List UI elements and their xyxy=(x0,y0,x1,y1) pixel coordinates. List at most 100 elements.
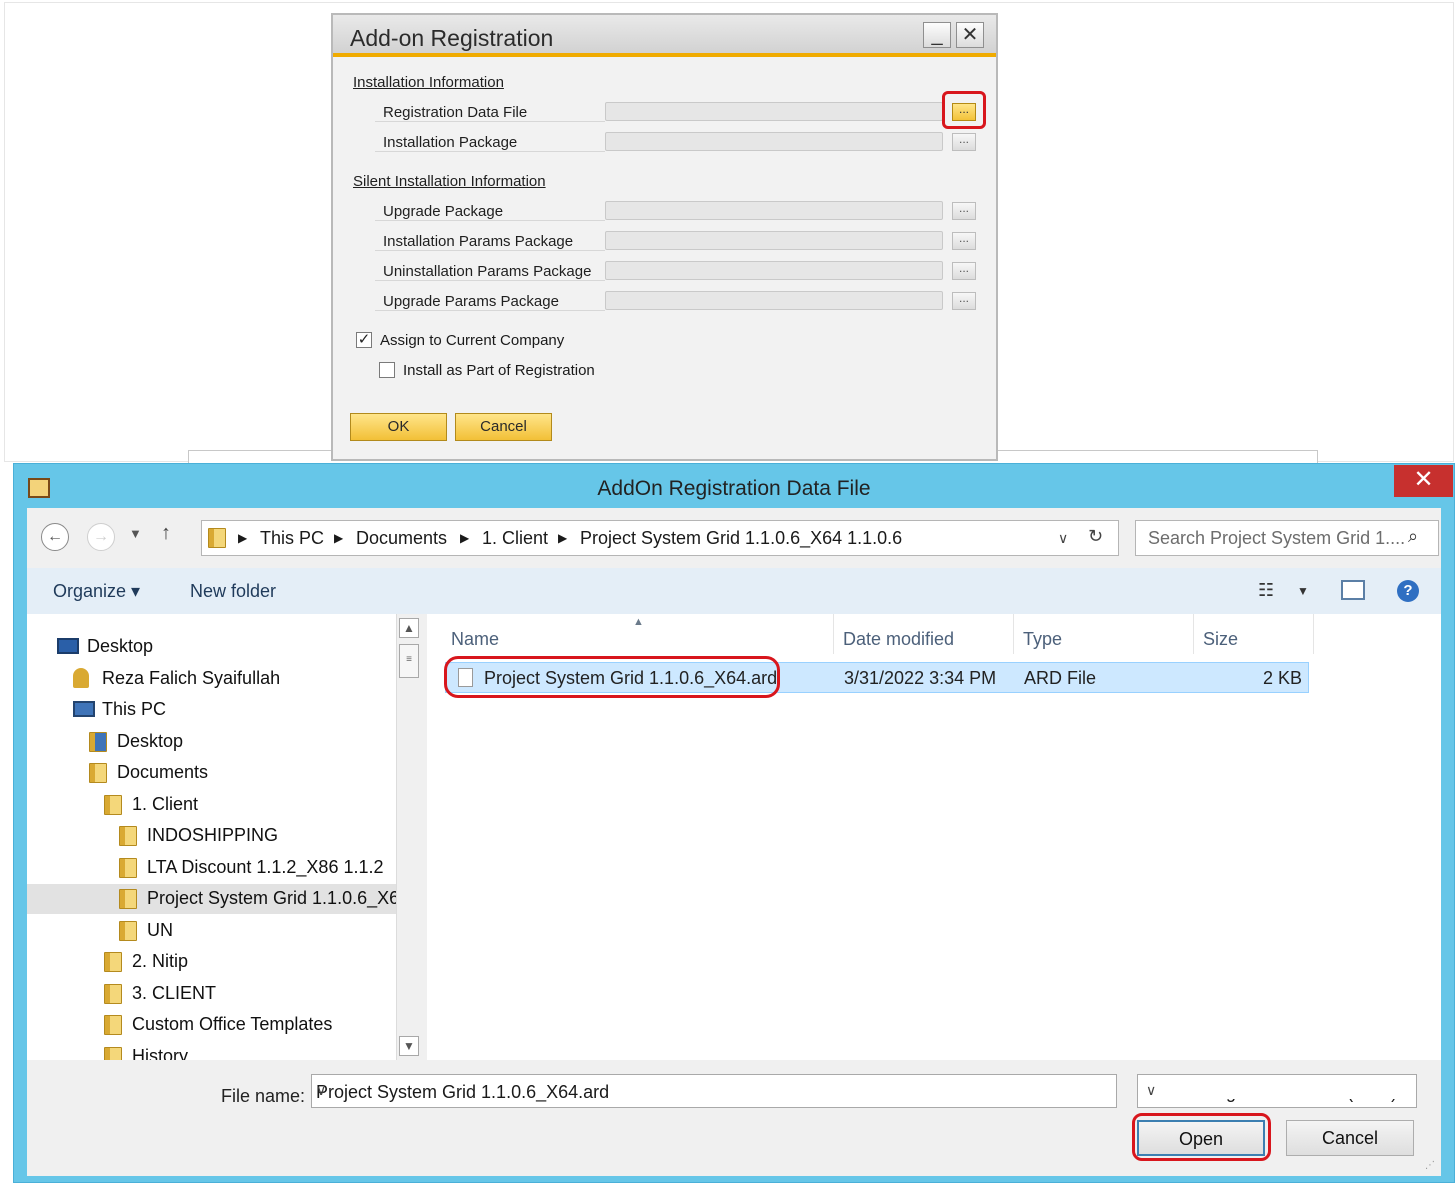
assign-company-label: Assign to Current Company xyxy=(380,332,565,349)
upgrade-package-field[interactable] xyxy=(605,201,943,220)
scroll-thumb[interactable]: ≡ xyxy=(399,644,419,678)
highlight-outline xyxy=(444,656,780,698)
file-name-input[interactable]: Project System Grid 1.1.0.6_X64.ard ∨ xyxy=(311,1074,1117,1108)
breadcrumb-current-folder[interactable]: Project System Grid 1.1.0.6_X64 1.1.0.6 xyxy=(580,528,902,549)
cancel-button[interactable]: Cancel xyxy=(1286,1120,1414,1156)
resize-grip-icon[interactable]: ⋰ xyxy=(1425,1160,1435,1171)
section-installation-information: Installation Information xyxy=(353,74,504,91)
folder-icon xyxy=(104,952,122,972)
assign-company-checkbox[interactable]: ✓ xyxy=(356,332,372,348)
search-icon[interactable]: ⌕ xyxy=(1408,526,1418,547)
view-dropdown-icon[interactable]: ▼ xyxy=(1297,584,1309,598)
tree-item-label: LTA Discount 1.1.2_X86 1.1.2 xyxy=(147,857,384,877)
file-dialog-close-button[interactable]: ✕ xyxy=(1394,465,1453,497)
new-folder-button[interactable]: New folder xyxy=(190,581,276,602)
divider xyxy=(375,310,605,311)
folder-icon xyxy=(119,858,137,878)
column-separator xyxy=(1193,614,1194,654)
column-header-type[interactable]: Type xyxy=(1023,629,1062,650)
folder-icon xyxy=(104,1047,122,1060)
documents-folder-icon xyxy=(89,763,107,783)
tree-item-user[interactable]: Reza Falich Syaifullah xyxy=(27,664,397,694)
file-type-filter[interactable]: AddOn Registration Data (*.ard) ∨ xyxy=(1137,1074,1417,1108)
folder-icon xyxy=(104,795,122,815)
address-dropdown-icon[interactable]: ∨ xyxy=(1058,530,1068,547)
tree-item-indoshipping[interactable]: INDOSHIPPING xyxy=(27,821,397,851)
addon-title-bar[interactable]: Add-on Registration _ ✕ xyxy=(333,15,996,57)
folder-icon xyxy=(119,921,137,941)
file-open-dialog: AddOn Registration Data File ✕ ← → ▼ ↑ ▶… xyxy=(13,463,1455,1183)
installation-params-package-field[interactable] xyxy=(605,231,943,250)
tree-item-lta-discount[interactable]: LTA Discount 1.1.2_X86 1.1.2 xyxy=(27,853,397,883)
tree-item-custom-office-templates[interactable]: Custom Office Templates xyxy=(27,1010,397,1040)
address-bar[interactable]: ▶ This PC ▶ Documents ▶ 1. Client ▶ Proj… xyxy=(201,520,1119,556)
tree-item-1-client[interactable]: 1. Client xyxy=(27,790,397,820)
forward-button[interactable]: → xyxy=(87,523,115,551)
file-dialog-footer: File name: Project System Grid 1.1.0.6_X… xyxy=(27,1060,1441,1176)
field-label-uninstallation-params-package: Uninstallation Params Package xyxy=(383,263,592,280)
install-part-of-registration-label: Install as Part of Registration xyxy=(403,362,595,379)
field-label-installation-package: Installation Package xyxy=(383,134,518,151)
chevron-down-icon[interactable]: ∨ xyxy=(316,1082,1110,1099)
breadcrumb-this-pc[interactable]: This PC xyxy=(260,528,324,549)
column-separator xyxy=(833,614,834,654)
installation-params-package-browse-button[interactable]: ... xyxy=(952,232,976,250)
tree-item-2-nitip[interactable]: 2. Nitip xyxy=(27,947,397,977)
tree-item-desktop-root[interactable]: Desktop xyxy=(27,632,397,662)
uninstallation-params-package-field[interactable] xyxy=(605,261,943,280)
cancel-button[interactable]: Cancel xyxy=(455,413,552,441)
divider xyxy=(375,151,605,152)
tree-item-label: INDOSHIPPING xyxy=(147,825,279,845)
back-button[interactable]: ← xyxy=(41,523,69,551)
breadcrumb-1-client[interactable]: 1. Client xyxy=(482,528,548,549)
divider xyxy=(375,220,605,221)
breadcrumb-documents[interactable]: Documents xyxy=(356,528,447,549)
tree-item-un[interactable]: UN xyxy=(27,916,397,946)
tree-item-label: UN xyxy=(147,920,173,940)
navigation-scrollbar[interactable]: ▲ ≡ ▼ xyxy=(396,614,421,1060)
recent-locations-chevron-icon[interactable]: ▼ xyxy=(129,526,142,541)
installation-package-browse-button[interactable]: ... xyxy=(952,133,976,151)
refresh-icon[interactable]: ↻ xyxy=(1088,526,1103,547)
up-arrow-icon[interactable]: ↑ xyxy=(161,522,171,545)
tree-item-3-client[interactable]: 3. CLIENT xyxy=(27,979,397,1009)
divider xyxy=(375,280,605,281)
tree-item-this-pc[interactable]: This PC xyxy=(27,695,397,725)
upgrade-params-package-field[interactable] xyxy=(605,291,943,310)
registration-data-file-field[interactable] xyxy=(605,102,943,121)
help-icon[interactable]: ? xyxy=(1397,580,1419,602)
tree-item-label: Desktop xyxy=(87,636,154,656)
view-options-icon[interactable]: ☷ xyxy=(1258,580,1274,601)
desktop-folder-icon xyxy=(89,732,107,752)
tree-item-desktop[interactable]: Desktop xyxy=(27,727,397,757)
field-label-installation-params-package: Installation Params Package xyxy=(383,233,574,250)
file-date: 3/31/2022 3:34 PM xyxy=(844,668,997,688)
breadcrumb-separator-icon: ▶ xyxy=(460,531,470,545)
install-part-of-registration-checkbox[interactable] xyxy=(379,362,395,378)
uninstallation-params-package-browse-button[interactable]: ... xyxy=(952,262,976,280)
column-header-date-modified[interactable]: Date modified xyxy=(843,629,954,650)
tree-item-project-system-grid[interactable]: Project System Grid 1.1.0.6_X64 1.1.0.6 xyxy=(27,884,421,914)
column-header-size[interactable]: Size xyxy=(1203,629,1238,650)
search-box[interactable]: Search Project System Grid 1.... ⌕ xyxy=(1135,520,1439,556)
file-type: ARD File xyxy=(1024,668,1097,688)
minimize-button[interactable]: _ xyxy=(923,22,951,48)
upgrade-package-browse-button[interactable]: ... xyxy=(952,202,976,220)
column-header-name[interactable]: Name xyxy=(451,629,499,650)
tree-item-label: Project System Grid 1.1.0.6_X64 1.1.0.6 xyxy=(147,888,421,908)
installation-package-field[interactable] xyxy=(605,132,943,151)
organize-menu[interactable]: Organize ▾ xyxy=(53,581,140,602)
upgrade-params-package-browse-button[interactable]: ... xyxy=(952,292,976,310)
scroll-up-arrow-icon[interactable]: ▲ xyxy=(399,618,419,638)
ok-button[interactable]: OK xyxy=(350,413,447,441)
file-dialog-title: AddOn Registration Data File xyxy=(597,477,871,500)
preview-pane-icon[interactable] xyxy=(1341,580,1365,600)
folder-icon xyxy=(208,528,226,548)
file-name-label: File name: xyxy=(221,1086,306,1106)
close-button[interactable]: ✕ xyxy=(956,22,984,48)
breadcrumb-separator-icon: ▶ xyxy=(238,531,248,545)
tree-item-history[interactable]: History xyxy=(27,1042,397,1060)
scroll-down-arrow-icon[interactable]: ▼ xyxy=(399,1036,419,1056)
tree-item-documents[interactable]: Documents xyxy=(27,758,397,788)
chevron-down-icon[interactable]: ∨ xyxy=(1142,1082,1410,1099)
